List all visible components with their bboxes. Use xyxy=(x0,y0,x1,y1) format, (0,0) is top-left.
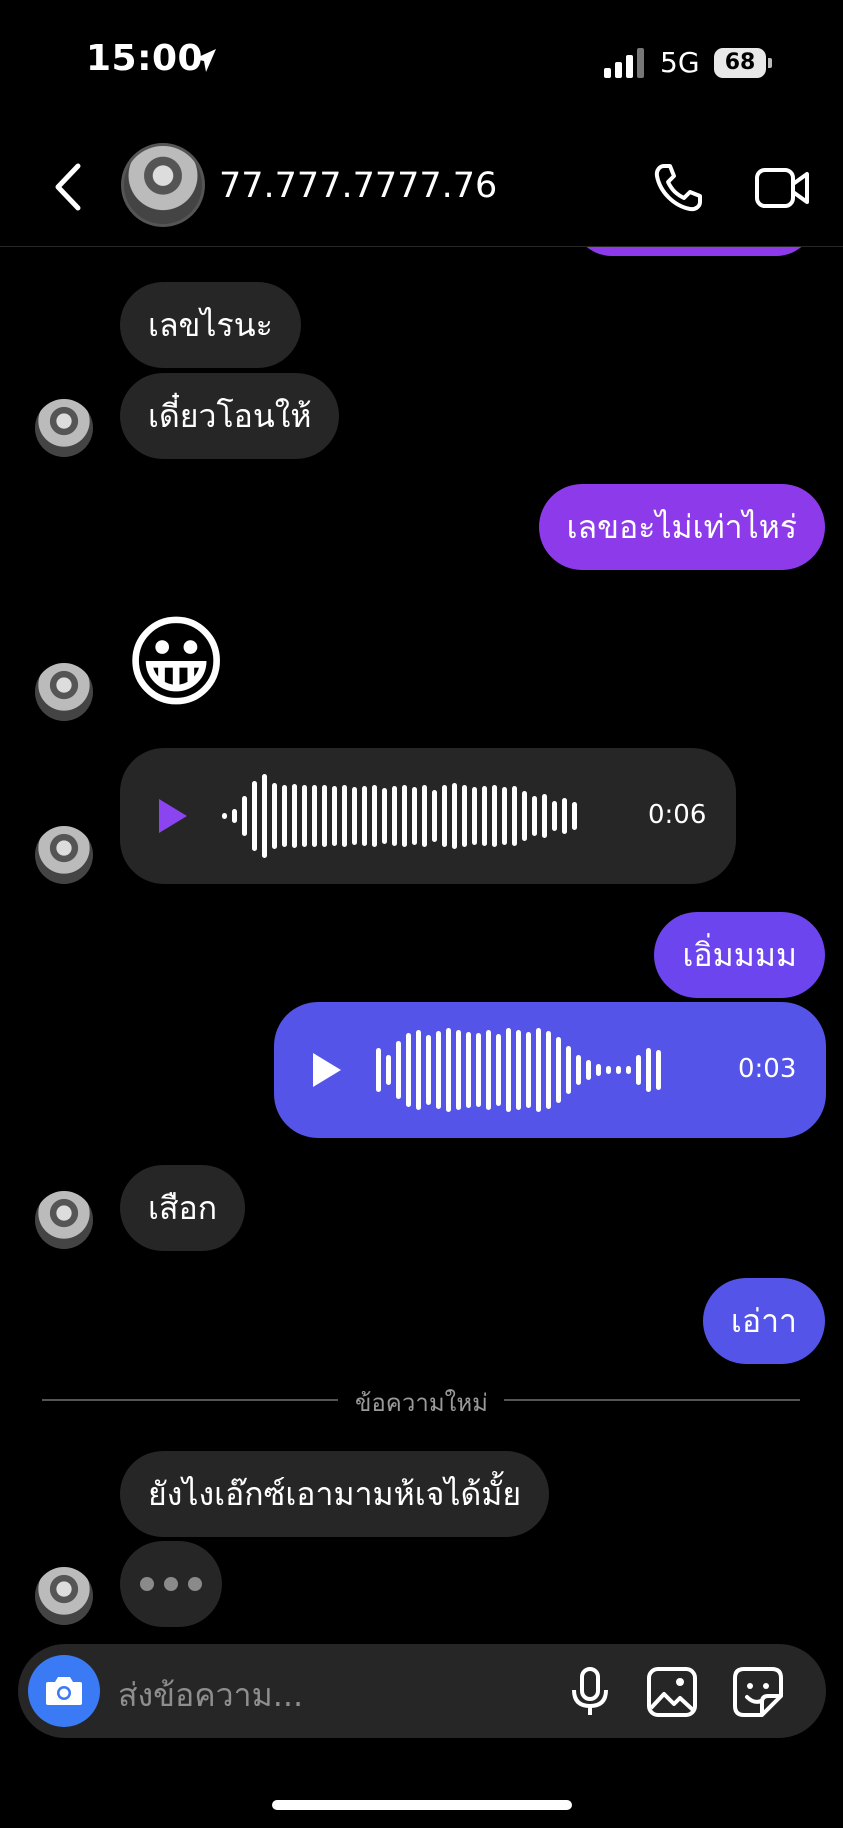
typing-dot xyxy=(164,1577,178,1591)
location-arrow-icon xyxy=(194,49,216,72)
message-input[interactable]: ส่งข้อความ... xyxy=(118,1670,303,1721)
typing-dot xyxy=(140,1577,154,1591)
camera-icon xyxy=(46,1677,82,1705)
sticker-icon[interactable] xyxy=(732,1666,784,1718)
message-bubble-incoming[interactable]: เลขไรนะ xyxy=(120,282,301,368)
home-indicator[interactable] xyxy=(272,1800,572,1810)
sender-avatar[interactable] xyxy=(35,399,93,457)
voice-message-outgoing[interactable]: 0:03 xyxy=(274,1002,826,1138)
cellular-signal-icon xyxy=(604,48,644,78)
battery-nub xyxy=(768,58,772,68)
message-bubble-incoming[interactable]: ยังไงเอ๊กซ์เอามามห้เจได้มั้ย xyxy=(120,1451,550,1537)
battery-icon: 68 xyxy=(714,48,766,78)
camera-button[interactable] xyxy=(28,1655,100,1727)
new-messages-divider-right xyxy=(504,1399,800,1401)
voice-duration: 0:06 xyxy=(648,800,707,830)
play-icon[interactable] xyxy=(156,796,190,836)
sender-avatar[interactable] xyxy=(35,663,93,721)
status-time: 15:00 xyxy=(86,38,204,79)
new-messages-label: ข้อความใหม่ xyxy=(354,1389,488,1417)
sender-avatar[interactable] xyxy=(35,1191,93,1249)
emoji-message[interactable]: 😀 xyxy=(124,608,228,718)
audio-waveform xyxy=(376,1022,661,1118)
message-bubble-outgoing[interactable]: เอิ่มมมม xyxy=(654,912,825,998)
phone-call-icon[interactable] xyxy=(650,160,706,216)
message-bubble-outgoing[interactable]: เลขอะไม่เท่าไหร่ xyxy=(538,484,825,570)
typing-dot xyxy=(188,1577,202,1591)
message-bubble-incoming[interactable]: เสือก xyxy=(120,1165,246,1251)
sender-avatar[interactable] xyxy=(35,826,93,884)
back-chevron-icon[interactable] xyxy=(50,162,86,212)
voice-duration: 0:03 xyxy=(738,1054,797,1084)
network-label: 5G xyxy=(660,46,700,79)
gallery-icon[interactable] xyxy=(646,1666,698,1718)
video-call-icon[interactable] xyxy=(754,164,810,212)
header-divider xyxy=(0,246,843,247)
message-bubble-outgoing[interactable]: เอ่าา xyxy=(702,1278,825,1364)
contact-name[interactable]: 77.777.7777.76 xyxy=(219,166,497,206)
typing-indicator xyxy=(120,1541,222,1627)
message-bubble-incoming[interactable]: เดี๋ยวโอนให้ xyxy=(120,373,340,459)
audio-waveform xyxy=(222,768,577,864)
sender-avatar[interactable] xyxy=(35,1567,93,1625)
voice-message-incoming[interactable]: 0:06 xyxy=(120,748,736,884)
contact-avatar[interactable] xyxy=(121,143,205,227)
microphone-icon[interactable] xyxy=(570,1666,610,1718)
play-icon[interactable] xyxy=(310,1050,344,1090)
